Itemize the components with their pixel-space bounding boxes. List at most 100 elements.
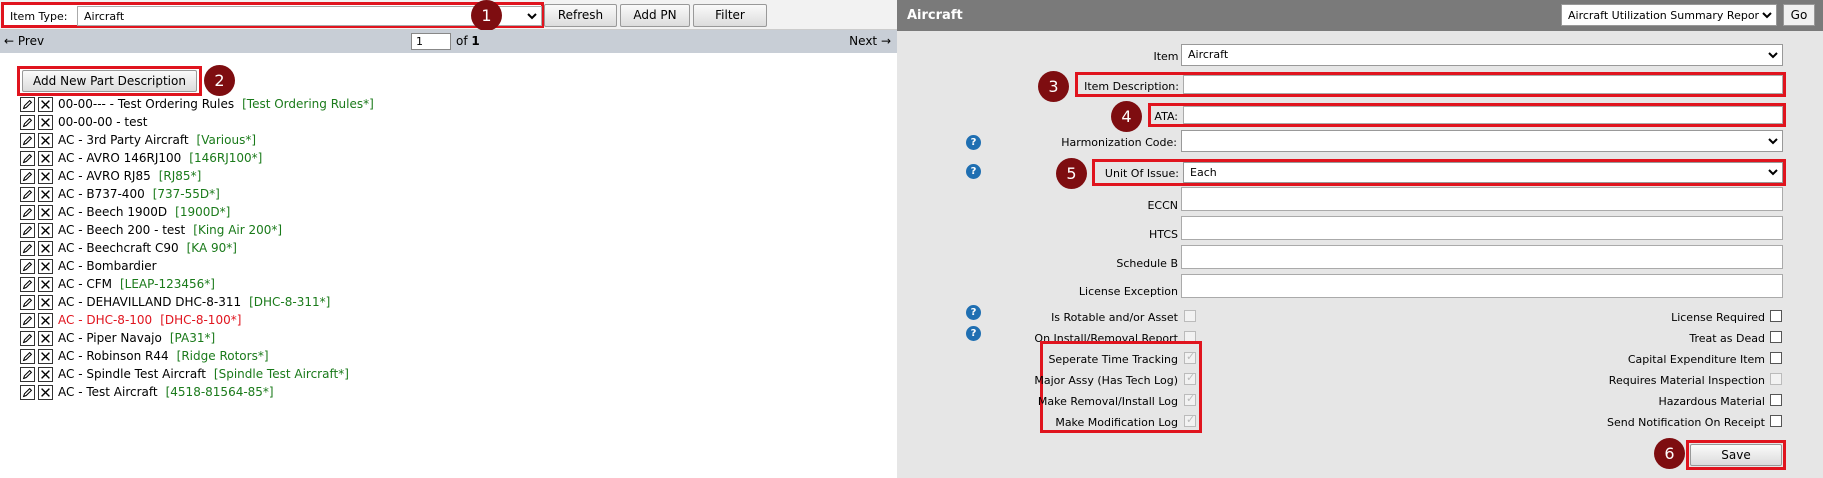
item-type-field-select[interactable]: Aircraft <box>1181 44 1783 66</box>
edit-pencil-icon[interactable] <box>20 295 35 310</box>
item-name[interactable]: AC - Test Aircraft <box>58 385 158 399</box>
item-name[interactable]: AC - Robinson R44 <box>58 349 169 363</box>
eccn-input[interactable] <box>1181 187 1783 211</box>
item-name[interactable]: AC - Piper Navajo <box>58 331 162 345</box>
delete-x-icon[interactable] <box>38 205 53 220</box>
filter-button[interactable]: Filter <box>693 4 767 27</box>
list-item[interactable]: AC - Piper Navajo [PA31*] <box>20 330 890 348</box>
edit-pencil-icon[interactable] <box>20 277 35 292</box>
help-icon[interactable]: ? <box>966 135 981 150</box>
requires-material-checkbox[interactable] <box>1770 373 1782 385</box>
delete-x-icon[interactable] <box>38 313 53 328</box>
refresh-button[interactable]: Refresh <box>544 4 617 27</box>
license-exception-input[interactable] <box>1181 274 1783 298</box>
delete-x-icon[interactable] <box>38 367 53 382</box>
delete-x-icon[interactable] <box>38 349 53 364</box>
treat-as-dead-checkbox[interactable] <box>1770 331 1782 343</box>
delete-x-icon[interactable] <box>38 115 53 130</box>
list-item[interactable]: 00-00--- - Test Ordering Rules [Test Orde… <box>20 96 890 114</box>
list-item[interactable]: AC - Bombardier <box>20 258 890 276</box>
ata-input[interactable] <box>1183 106 1783 124</box>
page-number-input[interactable]: 1 <box>411 33 451 50</box>
list-item[interactable]: AC - CFM [LEAP-123456*] <box>20 276 890 294</box>
go-button[interactable]: Go <box>1783 4 1815 26</box>
prev-page-link[interactable]: ← Prev <box>4 34 44 48</box>
item-name[interactable]: AC - B737-400 <box>58 187 145 201</box>
delete-x-icon[interactable] <box>38 295 53 310</box>
schedule-b-input[interactable] <box>1181 245 1783 269</box>
delete-x-icon[interactable] <box>38 133 53 148</box>
list-item[interactable]: AC - AVRO RJ85 [RJ85*] <box>20 168 890 186</box>
item-description-input[interactable] <box>1183 75 1783 94</box>
delete-x-icon[interactable] <box>38 331 53 346</box>
add-new-part-description-button[interactable]: Add New Part Description <box>22 70 197 92</box>
list-item[interactable]: AC - B737-400 [737-55D*] <box>20 186 890 204</box>
list-item[interactable]: AC - Robinson R44 [Ridge Rotors*] <box>20 348 890 366</box>
capital-expenditure-checkbox[interactable] <box>1770 352 1782 364</box>
list-item[interactable]: AC - Beech 200 - test [King Air 200*] <box>20 222 890 240</box>
edit-pencil-icon[interactable] <box>20 241 35 256</box>
edit-pencil-icon[interactable] <box>20 169 35 184</box>
save-button[interactable]: Save <box>1690 444 1782 466</box>
hazardous-checkbox[interactable] <box>1770 394 1782 406</box>
edit-pencil-icon[interactable] <box>20 367 35 382</box>
send-notification-checkbox[interactable] <box>1770 415 1782 427</box>
edit-pencil-icon[interactable] <box>20 205 35 220</box>
item-name[interactable]: AC - CFM <box>58 277 112 291</box>
item-name[interactable]: AC - Bombardier <box>58 259 157 273</box>
help-icon[interactable]: ? <box>966 326 981 341</box>
list-item[interactable]: 00-00-00 - test <box>20 114 890 132</box>
unit-of-issue-select[interactable]: Each <box>1183 162 1783 183</box>
edit-pencil-icon[interactable] <box>20 331 35 346</box>
help-icon[interactable]: ? <box>966 305 981 320</box>
delete-x-icon[interactable] <box>38 277 53 292</box>
list-item[interactable]: AC - AVRO 146RJ100 [146RJ100*] <box>20 150 890 168</box>
major-assy-checkbox[interactable] <box>1184 371 1196 385</box>
delete-x-icon[interactable] <box>38 385 53 400</box>
is-rotable-checkbox[interactable] <box>1184 310 1196 322</box>
item-name[interactable]: AC - AVRO 146RJ100 <box>58 151 181 165</box>
list-item[interactable]: AC - 3rd Party Aircraft [Various*] <box>20 132 890 150</box>
item-name[interactable]: AC - DEHAVILLAND DHC-8-311 <box>58 295 241 309</box>
delete-x-icon[interactable] <box>38 97 53 112</box>
item-name[interactable]: AC - AVRO RJ85 <box>58 169 151 183</box>
item-name[interactable]: 00-00--- - Test Ordering Rules <box>58 97 234 111</box>
edit-pencil-icon[interactable] <box>20 115 35 130</box>
edit-pencil-icon[interactable] <box>20 187 35 202</box>
delete-x-icon[interactable] <box>38 223 53 238</box>
next-page-link[interactable]: Next → <box>849 34 891 48</box>
list-item[interactable]: AC - Beech 1900D [1900D*] <box>20 204 890 222</box>
separate-time-checkbox[interactable] <box>1184 350 1196 364</box>
edit-pencil-icon[interactable] <box>20 223 35 238</box>
delete-x-icon[interactable] <box>38 259 53 274</box>
list-item[interactable]: AC - DEHAVILLAND DHC-8-311 [DHC-8-311*] <box>20 294 890 312</box>
item-name[interactable]: AC - Beech 1900D <box>58 205 167 219</box>
item-name[interactable]: AC - 3rd Party Aircraft <box>58 133 189 147</box>
item-name[interactable]: AC - Beechcraft C90 <box>58 241 179 255</box>
make-modification-checkbox[interactable] <box>1184 413 1196 427</box>
license-required-checkbox[interactable] <box>1770 310 1782 322</box>
help-icon[interactable]: ? <box>966 164 981 179</box>
htcs-input[interactable] <box>1181 216 1783 240</box>
delete-x-icon[interactable] <box>38 169 53 184</box>
item-name[interactable]: AC - Spindle Test Aircraft <box>58 367 206 381</box>
item-name[interactable]: AC - Beech 200 - test <box>58 223 185 237</box>
edit-pencil-icon[interactable] <box>20 349 35 364</box>
item-name[interactable]: 00-00-00 - test <box>58 115 147 129</box>
make-removal-checkbox[interactable] <box>1184 392 1196 406</box>
list-item[interactable]: AC - DHC-8-100 [DHC-8-100*] <box>20 312 890 330</box>
edit-pencil-icon[interactable] <box>20 133 35 148</box>
edit-pencil-icon[interactable] <box>20 259 35 274</box>
item-name[interactable]: AC - DHC-8-100 <box>58 313 152 327</box>
list-item[interactable]: AC - Spindle Test Aircraft [Spindle Test … <box>20 366 890 384</box>
list-item[interactable]: AC - Test Aircraft [4518-81564-85*] <box>20 384 890 402</box>
add-pn-button[interactable]: Add PN <box>620 4 690 27</box>
harmonization-code-select[interactable] <box>1181 130 1783 152</box>
edit-pencil-icon[interactable] <box>20 313 35 328</box>
delete-x-icon[interactable] <box>38 187 53 202</box>
delete-x-icon[interactable] <box>38 151 53 166</box>
report-select[interactable]: Aircraft Utilization Summary Repor <box>1561 4 1777 26</box>
edit-pencil-icon[interactable] <box>20 97 35 112</box>
edit-pencil-icon[interactable] <box>20 151 35 166</box>
delete-x-icon[interactable] <box>38 241 53 256</box>
